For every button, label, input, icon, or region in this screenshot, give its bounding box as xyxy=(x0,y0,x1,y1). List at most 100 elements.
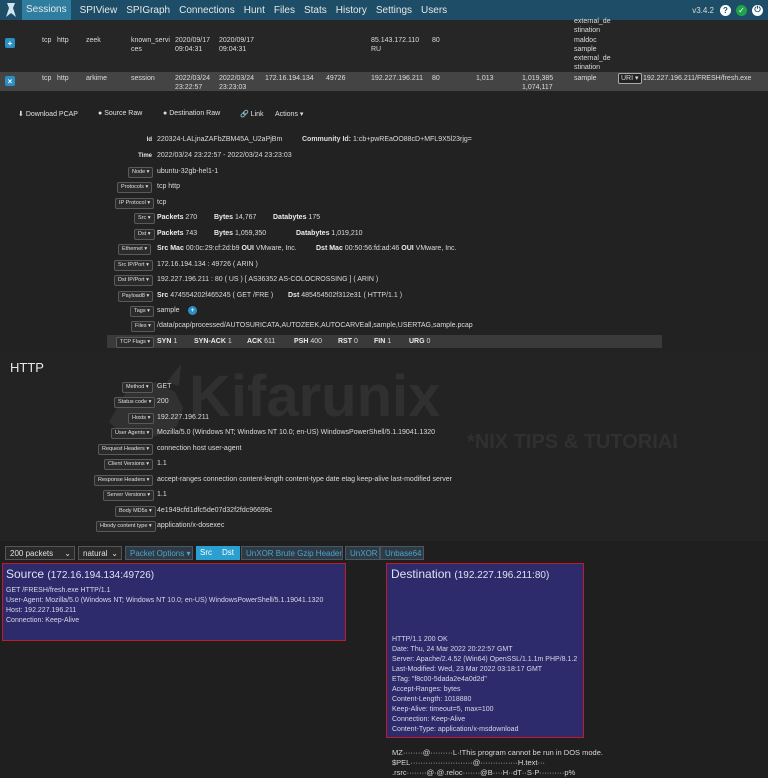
protocols-field-button[interactable]: Protocols ▾ xyxy=(117,182,153,193)
http-client-versions-value[interactable]: 1.1 xyxy=(157,459,167,468)
node-field-button[interactable]: Node ▾ xyxy=(128,167,154,178)
session-row-1[interactable]: + tcp http zeek known_servi ces 2020/09/… xyxy=(0,34,768,72)
http-server-versions-button[interactable]: Server Versions ▾ xyxy=(103,490,155,501)
files-value[interactable]: /data/pcap/processed/AUTOSURICATA,AUTOZE… xyxy=(157,321,473,330)
status-ok-icon[interactable]: ✓ xyxy=(736,4,747,16)
http-hosts-button[interactable]: Hosts ▾ xyxy=(128,413,155,424)
destination-raw-button[interactable]: ● Destination Raw xyxy=(163,110,220,117)
nav-stats[interactable]: Stats xyxy=(304,5,327,16)
ip-protocol-value[interactable]: tcp xyxy=(157,198,166,207)
http-method-value[interactable]: GET xyxy=(157,382,171,391)
session-time: 2022/03/24 23:22:57 - 2022/03/24 23:23:0… xyxy=(157,152,292,159)
nav-sessions[interactable]: Sessions xyxy=(22,0,71,20)
cell-uri[interactable]: 192.227.196.211/FRESH/fresh.exe xyxy=(643,74,751,83)
src-field-button[interactable]: Src ▾ xyxy=(134,213,155,224)
dst-ipport-value[interactable]: 192.227.196.211 : 80 ( US ) [ AS36352 AS… xyxy=(157,275,378,284)
http-method-button[interactable]: Method ▾ xyxy=(122,382,153,393)
render-mode-select[interactable]: natural ⌄ xyxy=(78,546,122,560)
http-body-md5-value[interactable]: 4e1949cfd1dfc5de07d32f2fdc96699c xyxy=(157,506,272,515)
flag-rst: RST 0 xyxy=(338,337,358,346)
nav-files[interactable]: Files xyxy=(274,5,295,16)
http-field-label: Hosts xyxy=(132,415,147,421)
expand-row-icon[interactable]: + xyxy=(5,38,15,48)
payload-field-button[interactable]: Payload8 ▾ xyxy=(118,291,154,302)
src-mac-value: 00:0c:29:cf:2d:b9 xyxy=(185,245,240,252)
help-icon[interactable]: ? xyxy=(720,4,731,16)
payload-dst[interactable]: Dst 485454502f312e31 ( HTTP/1.1 ) xyxy=(288,291,402,300)
power-icon[interactable]: ⏻ xyxy=(752,4,763,16)
src-ipport-value[interactable]: 172.16.194.134 : 49726 ( ARIN ) xyxy=(157,260,258,269)
http-status-value[interactable]: 200 xyxy=(157,397,169,406)
toggle-src-button[interactable]: Src xyxy=(196,546,218,560)
dst-oui: VMware, Inc. xyxy=(415,245,457,252)
http-user-agents-value[interactable]: Mozilla/5.0 (Windows NT; Windows NT 10.0… xyxy=(157,428,435,437)
cell-start: 09:04:31 xyxy=(175,46,203,53)
cell-extra: stination xyxy=(574,64,601,71)
nav-settings[interactable]: Settings xyxy=(376,5,412,16)
source-raw-button[interactable]: ● Source Raw xyxy=(98,110,142,117)
http-server-versions-value[interactable]: 1.1 xyxy=(157,490,167,499)
tags-value[interactable]: sample xyxy=(157,306,180,315)
nav-spigraph[interactable]: SPIGraph xyxy=(126,5,170,16)
files-field-button[interactable]: Files ▾ xyxy=(131,321,155,332)
owl-logo-icon[interactable] xyxy=(0,0,22,20)
cell-dst-ip[interactable]: 85.143.172.110 xyxy=(371,36,419,45)
http-status-button[interactable]: Status code ▾ xyxy=(114,397,156,408)
http-request-headers-button[interactable]: Request Headers ▾ xyxy=(98,444,154,455)
packet-options-dropdown[interactable]: Packet Options ▾ xyxy=(125,546,193,560)
nav-users[interactable]: Users xyxy=(421,5,447,16)
cell-extra: sample xyxy=(574,46,597,53)
dst-mac[interactable]: Dst Mac 00:50:56:fd:ad:46 OUI VMware, In… xyxy=(316,244,457,253)
http-response-headers-value[interactable]: accept-ranges connection content-length … xyxy=(157,475,452,484)
watermark-brand: Kifarunix xyxy=(189,364,440,429)
destination-line: Server: Apache/2.4.52 (Win64) OpenSSL/1.… xyxy=(392,656,578,663)
flag-value: 0 xyxy=(353,338,358,345)
src-ipport-field-button[interactable]: Src IP/Port ▾ xyxy=(114,260,153,271)
payload-src[interactable]: Src 474554202f465245 ( GET /FRE ) xyxy=(157,291,273,300)
nav-right: v3.4.2 ? ✓ ⏻ xyxy=(692,0,768,20)
http-response-headers-button[interactable]: Response Headers ▾ xyxy=(94,475,154,486)
nav-connections[interactable]: Connections xyxy=(179,5,235,16)
unbase64-button[interactable]: Unbase64 xyxy=(380,546,424,560)
cell-dst-ip[interactable]: 192.227.196.211 xyxy=(371,74,423,83)
cell-src-ip[interactable]: 172.16.194.134 xyxy=(265,74,314,83)
nav-history[interactable]: History xyxy=(336,5,367,16)
nav-hunt[interactable]: Hunt xyxy=(244,5,265,16)
tcp-flags-field-button[interactable]: TCP Flags ▾ xyxy=(116,337,155,348)
protocols-value[interactable]: tcp http xyxy=(157,182,180,191)
flag-value: 0 xyxy=(426,338,431,345)
add-tag-icon[interactable]: + xyxy=(188,306,197,315)
link-button[interactable]: 🔗 Link xyxy=(240,110,264,118)
download-icon: ⬇ xyxy=(18,111,24,118)
download-pcap-button[interactable]: ⬇ Download PCAP xyxy=(18,110,78,118)
unxor-brute-gzip-button[interactable]: UnXOR Brute Gzip Header xyxy=(241,546,343,560)
http-field-label: Method xyxy=(126,384,145,390)
cell-tags: known_servi xyxy=(131,37,170,44)
ip-protocol-field-button[interactable]: IP Protocol ▾ xyxy=(115,198,155,209)
src-ipport-field-label: Src IP/Port xyxy=(118,262,145,268)
community-id-label: Community Id: xyxy=(302,136,351,143)
oui-key: OUI xyxy=(401,245,414,252)
actions-dropdown[interactable]: Actions ▾ xyxy=(275,110,303,118)
node-value[interactable]: ubuntu-32gb-hel1-1 xyxy=(157,167,218,176)
tags-field-button[interactable]: Tags ▾ xyxy=(130,306,154,317)
http-body-md5-button[interactable]: Body MD5s ▾ xyxy=(115,506,156,517)
http-hosts-value[interactable]: 192.227.196.211 xyxy=(157,413,209,422)
http-body-content-type-value[interactable]: application/x-dosexec xyxy=(157,521,224,530)
http-client-versions-button[interactable]: Client Versions ▾ xyxy=(104,459,153,470)
ethernet-field-button[interactable]: Ethernet ▾ xyxy=(118,244,152,255)
packet-options-label: Packet Options xyxy=(130,549,185,558)
packet-count-select[interactable]: 200 packets ⌄ xyxy=(5,546,75,560)
http-request-headers-value[interactable]: connection host user-agent xyxy=(157,444,241,453)
src-mac[interactable]: Src Mac 00:0c:29:cf:2d:b9 OUI VMware, In… xyxy=(157,244,297,253)
unxor-button[interactable]: UnXOR xyxy=(345,546,380,560)
flag-syn: SYN 1 xyxy=(157,337,177,346)
nav-spiview[interactable]: SPIView xyxy=(80,5,118,16)
uri-field-select[interactable]: URI ▾ xyxy=(618,73,642,84)
http-body-content-type-button[interactable]: Hbody content type ▾ xyxy=(96,521,156,532)
dst-field-button[interactable]: Dst ▾ xyxy=(134,229,155,240)
collapse-row-icon[interactable]: × xyxy=(5,76,15,86)
toggle-dst-button[interactable]: Dst xyxy=(218,546,240,560)
dst-ipport-field-button[interactable]: Dst IP/Port ▾ xyxy=(114,275,153,286)
http-user-agents-button[interactable]: User Agents ▾ xyxy=(111,428,154,439)
